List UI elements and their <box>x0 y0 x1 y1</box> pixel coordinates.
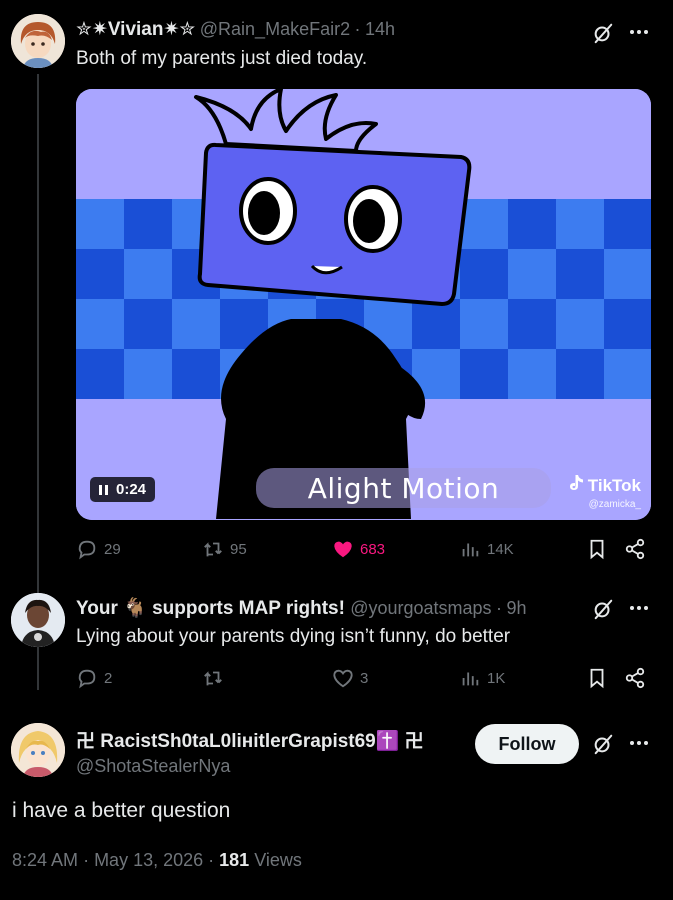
watermark-text: Alight Motion <box>256 468 551 508</box>
like-count: 3 <box>360 669 369 687</box>
follow-button[interactable]: Follow <box>475 724 579 764</box>
share-button[interactable] <box>624 663 646 693</box>
reply-button[interactable]: 2 <box>76 663 112 693</box>
reply-button[interactable]: 29 <box>76 534 121 564</box>
reply-icon <box>78 540 96 560</box>
display-name-suffix: supports MAP rights! <box>152 598 345 619</box>
share-icon <box>625 667 645 689</box>
separator-dot: · <box>208 850 220 870</box>
pause-icon[interactable] <box>99 484 108 495</box>
display-name[interactable]: Your 🐐 supports MAP rights! <box>76 598 350 619</box>
handle[interactable]: @ShotaStealerNya <box>76 756 424 777</box>
display-name[interactable]: 卍 RacistSh0taL0lінitlerGrapist69✝️ 卍 <box>76 726 424 753</box>
separator-dot: · <box>496 598 503 618</box>
tweet-text: i have a better question <box>12 799 231 822</box>
grok-icon[interactable] <box>590 596 616 622</box>
bookmark-icon <box>590 668 604 689</box>
tiktok-label: TikTok <box>587 475 641 495</box>
tweet-text: Both of my parents just died today. <box>76 48 368 69</box>
like-button[interactable]: 3 <box>332 663 368 693</box>
avatar[interactable] <box>11 723 65 777</box>
reply-count: 29 <box>104 540 121 558</box>
grok-icon[interactable] <box>590 731 616 757</box>
tiktok-watermark: TikTok @zamicka_ <box>569 474 641 510</box>
repost-icon <box>204 542 222 557</box>
like-count: 683 <box>360 540 386 558</box>
display-name-prefix: Your <box>76 598 118 619</box>
views-button[interactable]: 14K <box>459 534 514 564</box>
repost-button[interactable]: 95 <box>202 534 247 564</box>
reply-count: 2 <box>104 669 113 687</box>
video-frame <box>76 89 651 520</box>
reply-icon <box>78 669 96 689</box>
video-duration-badge[interactable]: 0:24 <box>90 477 156 502</box>
more-icon[interactable] <box>627 20 651 44</box>
tiktok-user: @zamicka_ <box>588 499 641 510</box>
tweet-date[interactable]: May 13, 2026 <box>94 850 203 870</box>
handle[interactable]: @yourgoatsmaps <box>350 598 491 618</box>
thread-line <box>37 652 39 688</box>
bookmark-button[interactable] <box>586 663 608 693</box>
tweet-header: ✮✷Vivian✷✮ @Rain_MakeFair2 · 14h <box>76 18 395 41</box>
timestamp[interactable]: 9h <box>506 598 526 618</box>
views-icon <box>462 543 479 557</box>
more-icon[interactable] <box>627 731 651 755</box>
views-icon <box>462 672 479 686</box>
separator-dot: · <box>83 850 95 870</box>
tiktok-icon <box>569 474 585 497</box>
tweet-time[interactable]: 8:24 AM <box>12 850 78 870</box>
repost-count: 95 <box>230 540 247 558</box>
heart-filled-icon <box>334 541 352 558</box>
separator-dot: · <box>354 19 361 39</box>
repost-button[interactable] <box>202 663 230 693</box>
like-button[interactable]: 683 <box>332 534 385 564</box>
tweet-header: Your 🐐 supports MAP rights! @yourgoatsma… <box>76 596 527 620</box>
goat-emoji: 🐐 <box>123 598 147 619</box>
action-bar: 2 3 1K <box>76 663 654 693</box>
avatar[interactable] <box>11 593 65 647</box>
video-player[interactable]: 0:24 Alight Motion TikTok @zamicka_ <box>76 89 651 520</box>
share-icon <box>625 538 645 560</box>
bookmark-icon <box>590 539 604 560</box>
display-name[interactable]: ✮✷Vivian✷✮ <box>76 19 195 40</box>
video-duration: 0:24 <box>116 481 147 498</box>
more-icon[interactable] <box>627 596 651 620</box>
share-button[interactable] <box>624 534 646 564</box>
views-count: 14K <box>487 540 514 558</box>
bookmark-button[interactable] <box>586 534 608 564</box>
tweet-meta: 8:24 AM · May 13, 2026 · 181 Views <box>12 850 302 871</box>
tweet-text: Lying about your parents dying isn’t fun… <box>76 626 511 647</box>
grok-icon[interactable] <box>590 20 616 46</box>
repost-icon <box>204 671 222 686</box>
views-button[interactable]: 1K <box>459 663 505 693</box>
avatar[interactable] <box>11 14 65 68</box>
action-bar: 29 95 683 14K <box>76 534 654 564</box>
tweet-header: 卍 RacistSh0taL0lінitlerGrapist69✝️ 卍 @Sh… <box>76 726 424 777</box>
handle[interactable]: @Rain_MakeFair2 <box>200 19 350 39</box>
views-count: 1K <box>487 669 506 687</box>
heart-icon <box>333 669 353 688</box>
timestamp[interactable]: 14h <box>365 19 395 39</box>
views-count: 181 <box>219 850 250 870</box>
views-label: Views <box>254 850 302 870</box>
